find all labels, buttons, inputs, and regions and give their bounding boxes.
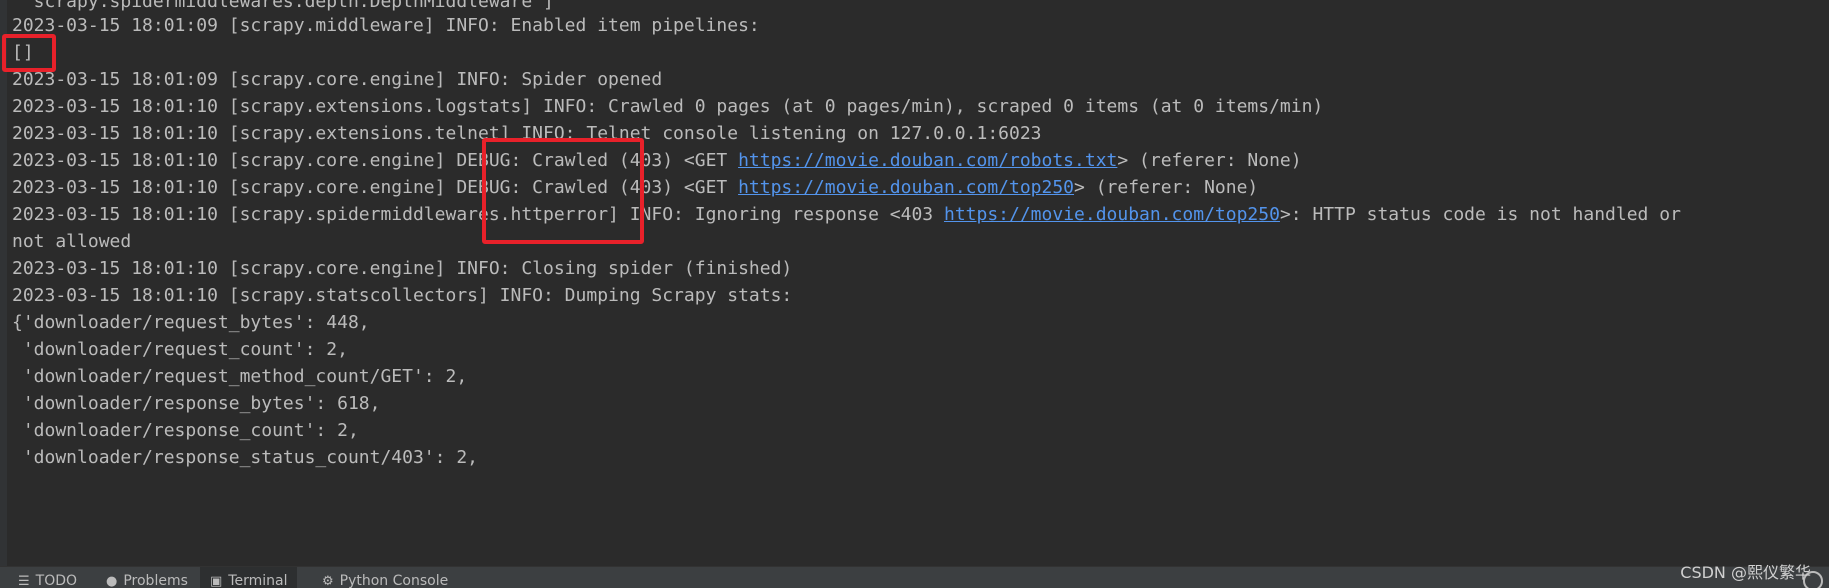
list-icon: ☰ [18,574,30,588]
robots-txt-link[interactable]: https://movie.douban.com/robots.txt [738,150,1117,171]
annotation-box-crawled-403 [482,138,644,244]
log-text: > (referer: None) [1074,177,1259,198]
tab-terminal[interactable]: ▣ Terminal [200,567,298,588]
tool-window-bar: ☰ TODO ● Problems ▣ Terminal ⚙ Python Consol… [0,566,1829,588]
tab-label: Terminal [228,573,288,588]
tab-todo[interactable]: ☰ TODO [8,567,87,588]
python-icon: ⚙ [322,574,334,588]
tab-problems[interactable]: ● Problems [96,567,198,588]
watermark: CSDN @熙仪繁华 [1680,563,1811,582]
top250-link[interactable]: https://movie.douban.com/top250 [738,177,1074,198]
console-line: 2023-03-15 18:01:10 [scrapy.spidermiddle… [12,199,1681,230]
annotation-box-empty-pipelines [2,34,56,72]
console-line: 2023-03-15 18:01:09 [scrapy.middleware] … [12,15,760,36]
tab-label: TODO [35,573,78,588]
tab-label: Python Console [339,573,449,588]
run-console[interactable]: scrapy.spidermiddlewares.depth.DepthMidd… [0,0,1829,566]
problems-icon: ● [106,574,118,588]
console-gutter [0,0,7,566]
log-text: > (referer: None) [1117,150,1302,171]
log-text: >: HTTP status code is not handled or [1279,204,1681,225]
tab-label: Problems [123,573,188,588]
top250-link[interactable]: https://movie.douban.com/top250 [944,204,1280,225]
log-text: 2023-03-15 18:01:10 [scrapy.spidermiddle… [12,204,944,225]
terminal-icon: ▣ [210,574,223,588]
console-line: 'downloader/response_status_count/403': … [12,447,478,468]
tab-python-console[interactable]: ⚙ Python Console [312,567,458,588]
